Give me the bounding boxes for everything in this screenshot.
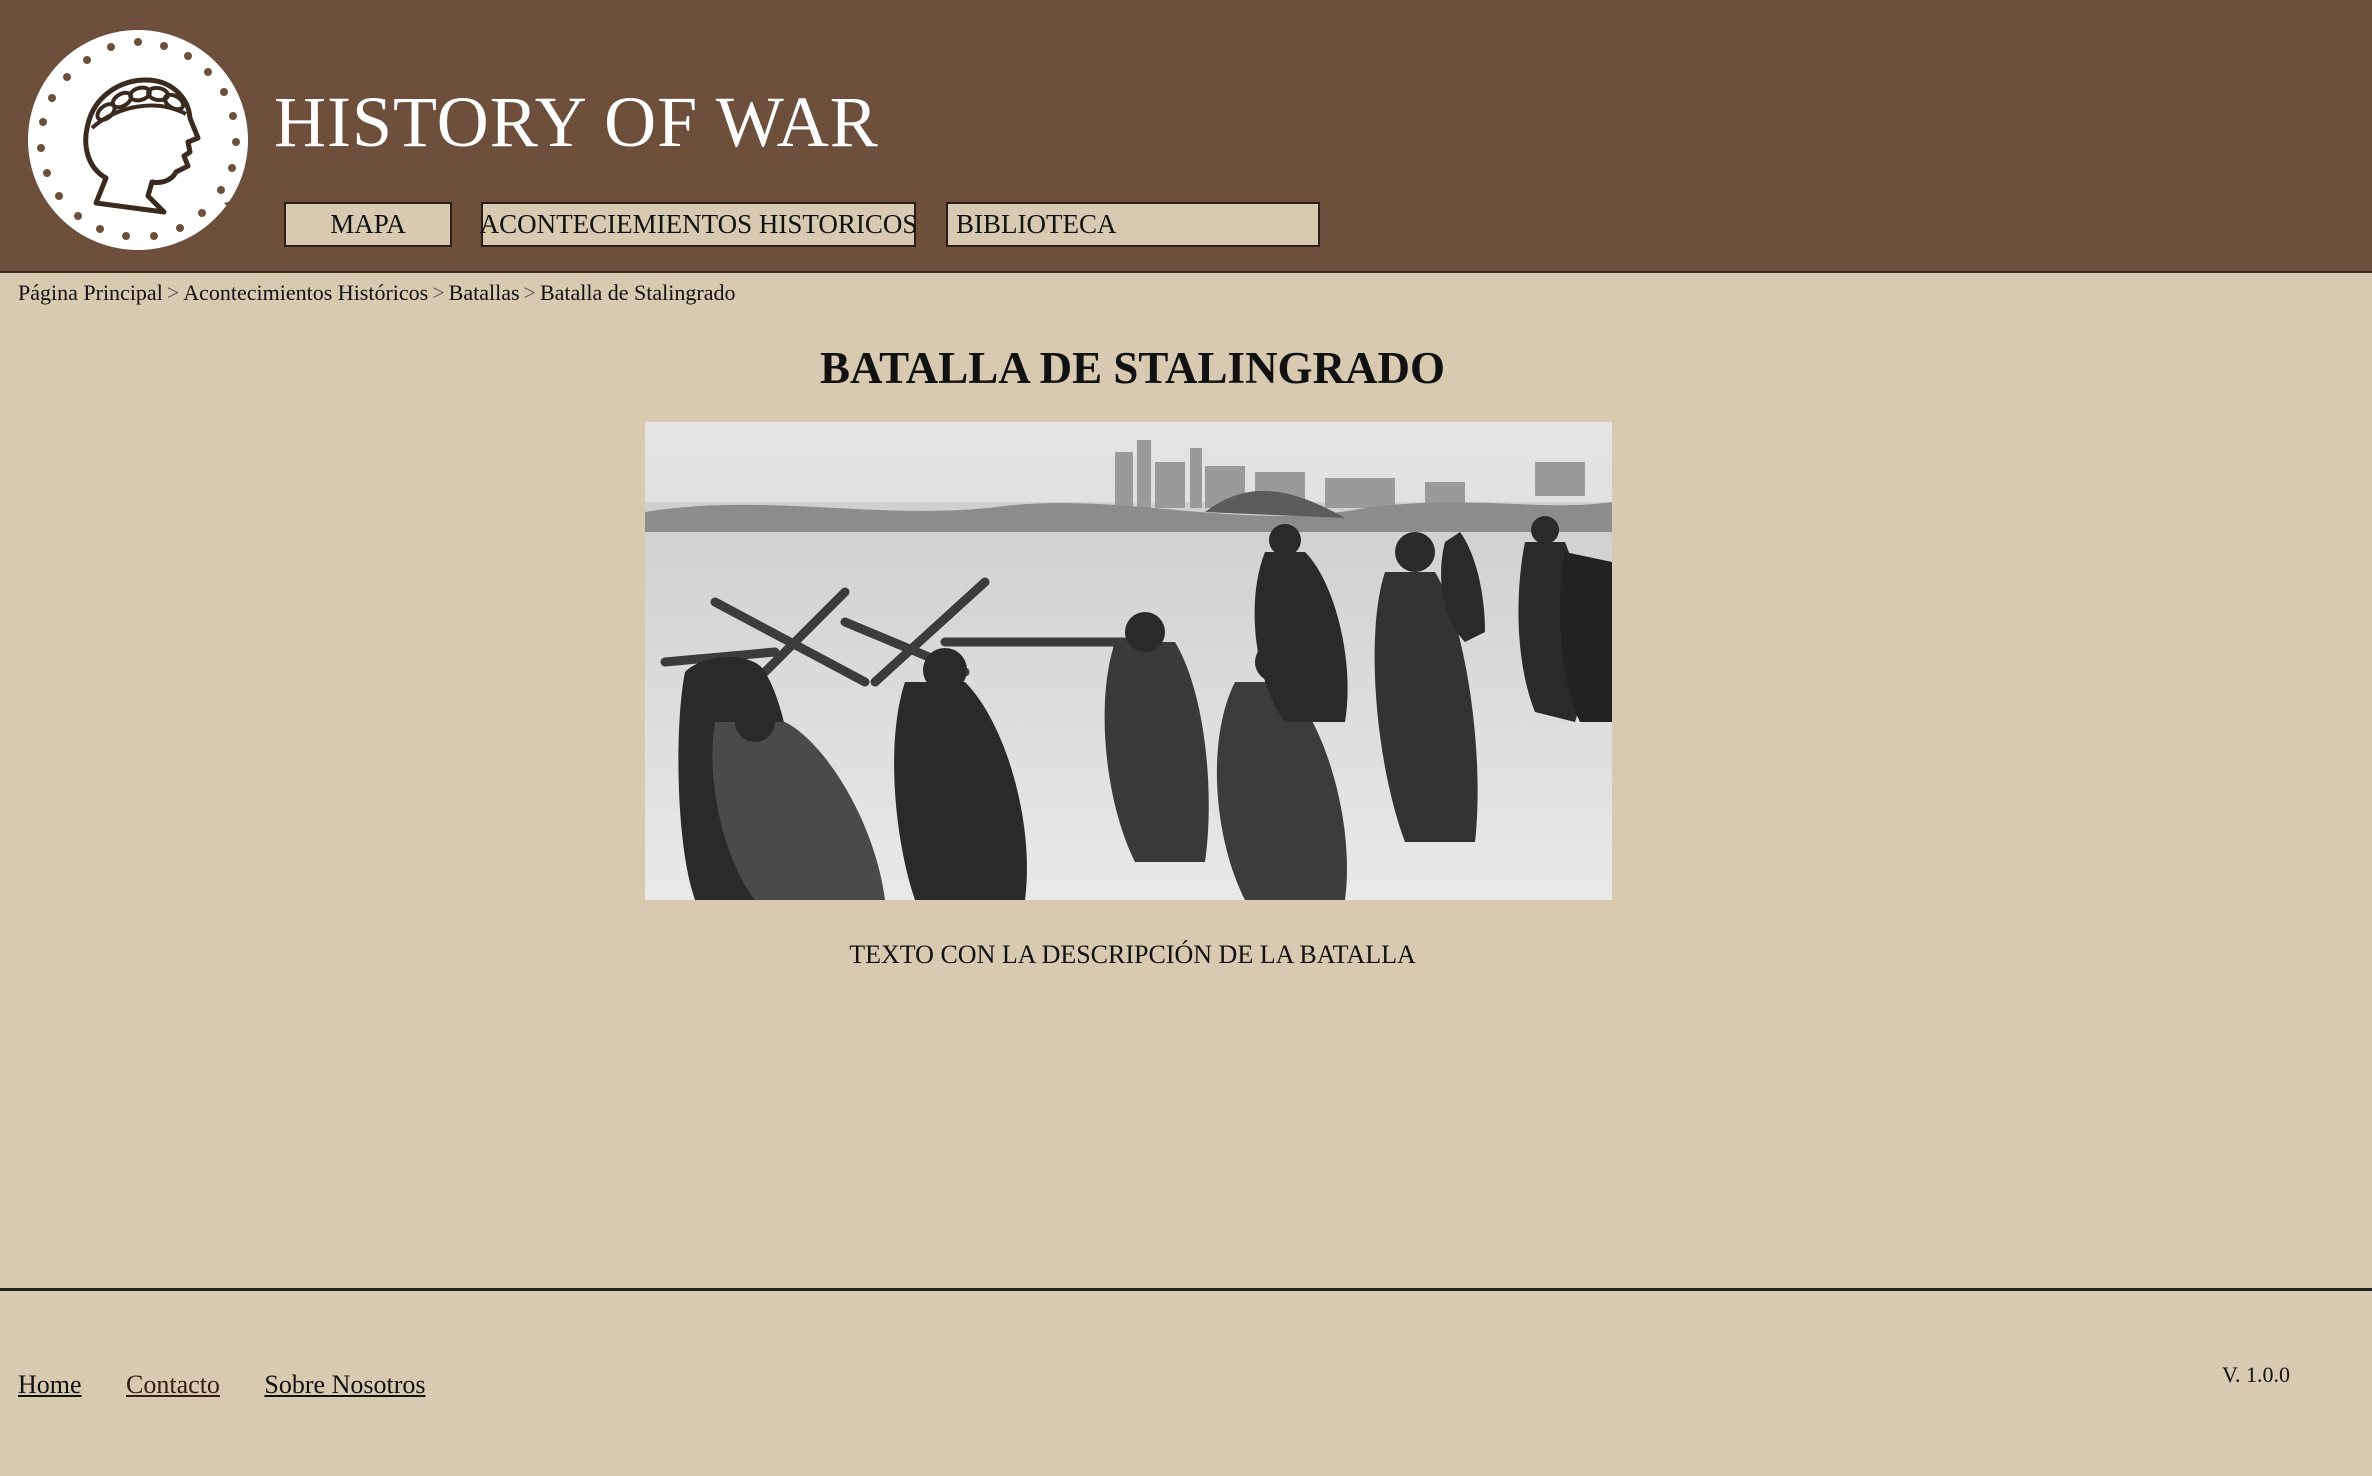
laurel-head-coin-icon[interactable] — [26, 28, 250, 252]
breadcrumb-separator: > — [523, 280, 536, 305]
footer-divider — [0, 1288, 2372, 1291]
battle-description: TEXTO CON LA DESCRIPCIÓN DE LA BATALLA — [849, 940, 1416, 969]
page-title: BATALLA DE STALINGRADO — [819, 343, 1446, 393]
breadcrumb-current: Batalla de Stalingrado — [539, 280, 736, 305]
footer-links: Home Contacto Sobre Nosotros — [18, 1370, 463, 1400]
nav-biblioteca-button[interactable]: BIBLIOTECA — [946, 202, 1320, 247]
nav-acontecimientos-button[interactable]: ACONTECIEMIENTOS HISTORICOS — [480, 202, 917, 247]
footer-link-sobre-nosotros[interactable]: Sobre Nosotros — [264, 1370, 425, 1399]
site-title: HISTORY OF WAR — [274, 82, 879, 162]
site-header: HISTORY OF WAR MAPA ACONTECIEMIENTOS HIS… — [0, 0, 2372, 273]
breadcrumb-home[interactable]: Página Principal — [18, 280, 163, 305]
breadcrumb-separator: > — [432, 280, 445, 305]
footer-link-contacto[interactable]: Contacto — [126, 1370, 220, 1399]
nav-mapa-button[interactable]: MAPA — [284, 202, 452, 247]
footer-link-home[interactable]: Home — [18, 1370, 82, 1399]
breadcrumb-acontecimientos[interactable]: Acontecimientos Históricos — [183, 280, 428, 305]
breadcrumb-separator: > — [166, 280, 180, 305]
breadcrumb-batallas[interactable]: Batallas — [449, 280, 520, 305]
version-label: V. 1.0.0 — [2222, 1362, 2291, 1387]
battle-photo — [645, 422, 1612, 900]
breadcrumb: Página Principal > Acontecimientos Históri… — [18, 280, 735, 306]
